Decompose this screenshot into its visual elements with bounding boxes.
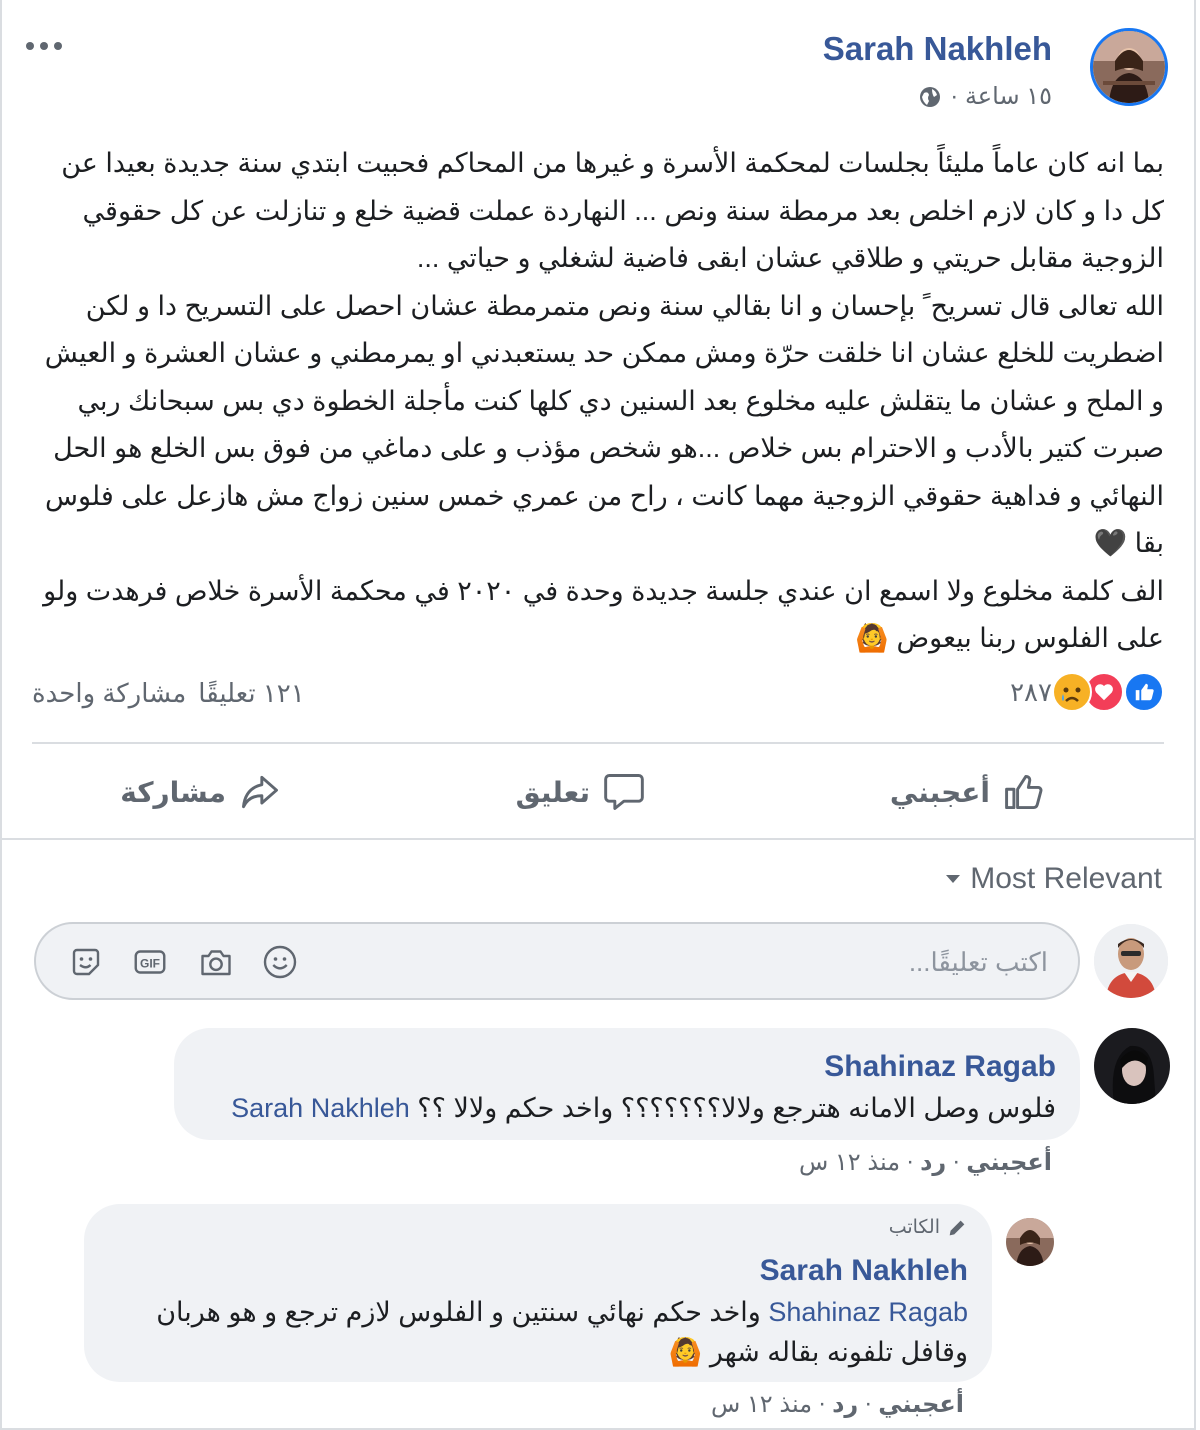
reply-actions: أعجبني · رد · منذ ١٢ س (711, 1390, 964, 1419)
comment-reply-button[interactable]: رد (920, 1148, 946, 1177)
like-button[interactable]: أعجبني (890, 764, 1046, 820)
author-badge-label: الكاتب (888, 1217, 940, 1238)
reply-time[interactable]: منذ ١٢ س (711, 1390, 812, 1419)
post-paragraph: الله تعالى قال تسريح ً بإحسان و انا بقال… (44, 290, 1164, 559)
separator: · (952, 1148, 961, 1175)
reply-bubble: الكاتب Sarah Nakhleh Shahinaz Ragab واخد… (84, 1204, 992, 1382)
emoji-icon[interactable] (262, 944, 298, 980)
caret-down-icon (946, 875, 961, 883)
thumbs-up-icon (1005, 774, 1043, 810)
author-avatar[interactable] (1090, 28, 1168, 106)
comment-button[interactable]: تعليق (516, 764, 646, 820)
like-label: أعجبني (889, 776, 990, 808)
share-label: مشاركة (120, 776, 226, 808)
current-user-avatar (1094, 924, 1168, 998)
sticker-icon[interactable] (68, 944, 104, 980)
reply-text: Shahinaz Ragab واخد حكم نهائي سنتين و ال… (108, 1292, 968, 1372)
sort-label: Most Relevant (970, 862, 1162, 895)
reply-body: واخد حكم نهائي سنتين و الفلوس لازم ترجع … (156, 1297, 761, 1327)
reply-body-line2: وقافل تلفونه بقاله شهر 🙆 (668, 1337, 968, 1367)
more-options-icon[interactable] (26, 36, 66, 56)
comment-like-button[interactable]: أعجبني (966, 1148, 1052, 1177)
pencil-icon (949, 1220, 965, 1235)
post-card: Sarah Nakhleh ١٥ ساعة · بما انه كان عاما… (0, 0, 1196, 1430)
svg-text:GIF: GIF (140, 956, 160, 970)
reply-author-name[interactable]: Sarah Nakhleh (760, 1254, 968, 1288)
like-reaction-icon (1124, 672, 1164, 712)
comment-sort-dropdown[interactable]: Most Relevant (946, 862, 1162, 896)
comment-composer: GIF (34, 922, 1080, 1000)
reaction-count[interactable]: ٢٨٧ (1010, 677, 1052, 708)
gif-icon[interactable]: GIF (132, 944, 168, 980)
reply-author-avatar[interactable] (1006, 1218, 1054, 1266)
divider (2, 838, 1194, 840)
post-paragraph: الف كلمة مخلوع ولا اسمع ان عندي جلسة جدي… (43, 575, 1164, 654)
comment-actions: أعجبني · رد · منذ ١٢ س (799, 1148, 1052, 1177)
comments-count[interactable]: ١٢١ تعليقًا (198, 678, 304, 709)
comment-time[interactable]: منذ ١٢ س (799, 1148, 900, 1177)
share-button[interactable]: مشاركة (120, 764, 282, 820)
comment-label: تعليق (515, 776, 590, 808)
separator: · (818, 1390, 827, 1417)
share-icon (242, 775, 278, 809)
sad-reaction-icon (1052, 672, 1092, 712)
post-paragraph: بما انه كان عاماً مليئاً بجلسات لمحكمة ا… (61, 148, 1164, 273)
divider (32, 742, 1164, 744)
separator: · (906, 1148, 915, 1175)
reply-like-button[interactable]: أعجبني (878, 1390, 964, 1419)
post-meta: ١٥ ساعة · (918, 82, 1052, 111)
commenter-name[interactable]: Shahinaz Ragab (824, 1050, 1056, 1084)
reactions-summary[interactable]: ٢٨٧ (1010, 672, 1164, 712)
engagement-counts: ١٢١ تعليقًا مشاركة واحدة (32, 678, 305, 709)
camera-icon[interactable] (198, 944, 234, 980)
comment-bubble: Shahinaz Ragab فلوس وصل الامانه هترجع ول… (174, 1028, 1080, 1140)
comment-body: فلوس وصل الامانه هترجع ولالا؟؟؟؟؟؟؟ واخد… (417, 1093, 1056, 1123)
post-author-name[interactable]: Sarah Nakhleh (823, 30, 1052, 68)
post-body: بما انه كان عاماً مليئاً بجلسات لمحكمة ا… (32, 140, 1164, 663)
comment-mention[interactable]: Sarah Nakhleh (231, 1093, 410, 1123)
comment-text: فلوس وصل الامانه هترجع ولالا؟؟؟؟؟؟؟ واخد… (231, 1088, 1056, 1128)
post-stats: ٢٨٧ ١٢١ تعليقًا مشاركة واحدة (32, 672, 1164, 716)
author-badge: الكاتب (889, 1216, 968, 1239)
post-time[interactable]: ١٥ ساعة · (950, 82, 1052, 111)
separator: · (864, 1390, 873, 1417)
comment-input[interactable] (446, 924, 1050, 1000)
globe-icon (920, 86, 941, 107)
reply-mention[interactable]: Shahinaz Ragab (768, 1297, 968, 1327)
shares-count[interactable]: مشاركة واحدة (32, 678, 186, 709)
comment-icon (604, 774, 644, 810)
commenter-avatar[interactable] (1094, 1028, 1170, 1104)
reply-reply-button[interactable]: رد (832, 1390, 858, 1419)
